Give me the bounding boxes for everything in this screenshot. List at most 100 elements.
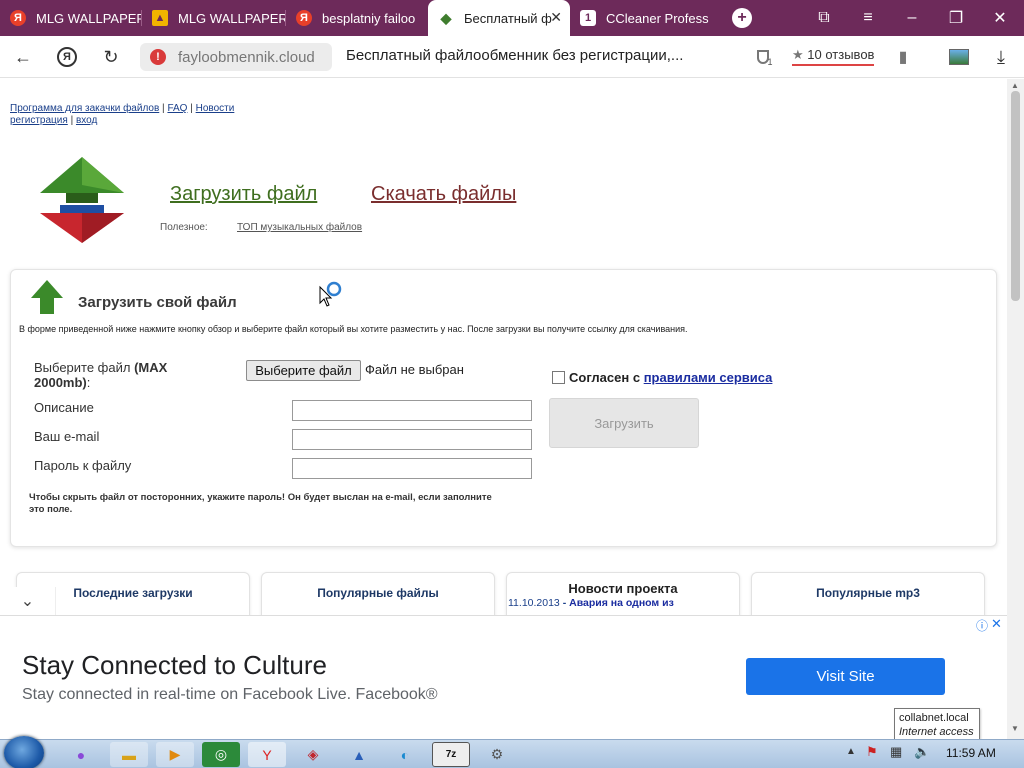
scroll-up-icon[interactable]: ▲ — [1011, 81, 1019, 90]
yandex-home-icon[interactable]: Я — [52, 42, 82, 72]
card-title: Популярные файлы — [317, 586, 439, 600]
tools-taskbar-icon[interactable]: ⚙ — [478, 742, 516, 767]
blue-drop-taskbar-icon[interactable]: ▲ — [340, 742, 378, 767]
ad-headline[interactable]: Stay Connected to Culture — [22, 650, 327, 681]
yandex-icon: Я — [10, 10, 26, 26]
tooltip-network-name: collabnet.local — [899, 712, 969, 724]
popular-mp3-card: Популярные mp3 — [751, 572, 985, 615]
tab-ccleaner[interactable]: 1 CCleaner Profess — [570, 0, 720, 36]
7zip-taskbar-icon[interactable]: 7z — [432, 742, 470, 767]
register-link[interactable]: регистрация — [10, 115, 68, 126]
login-link[interactable]: вход — [76, 115, 97, 126]
description-input[interactable] — [292, 400, 532, 421]
program-download-link[interactable]: Программа для закачки файлов — [10, 103, 159, 114]
popular-files-card: Популярные файлы — [261, 572, 495, 615]
scrollbar-thumb[interactable] — [1011, 91, 1020, 301]
mouse-cursor-busy-icon — [319, 281, 342, 307]
network-tooltip: collabnet.local Internet access — [894, 708, 980, 740]
tray-network-icon[interactable]: ▦ — [890, 744, 902, 760]
agree-checkbox[interactable] — [552, 371, 565, 384]
page-title[interactable]: Бесплатный файлообменник без регистрации… — [346, 47, 683, 64]
email-label: Ваш e-mail — [34, 429, 100, 444]
download-files-link[interactable]: Скачать файлы — [371, 183, 516, 206]
reload-icon[interactable]: ↻ — [96, 42, 126, 72]
max-size-value: 2000mb) — [34, 375, 87, 390]
yandex-browser-taskbar-icon[interactable]: Y — [248, 742, 286, 767]
menu-icon[interactable]: ≡ — [848, 0, 888, 36]
upload-file-link[interactable]: Загрузить файл — [170, 183, 317, 206]
service-rules-link[interactable]: правилами сервиса — [644, 370, 773, 385]
purple-app-icon[interactable]: ● — [62, 742, 100, 767]
yandex-icon: Я — [296, 10, 312, 26]
top-music-link[interactable]: ТОП музыкальных файлов — [237, 222, 362, 233]
start-button-icon[interactable] — [4, 736, 44, 768]
url-field[interactable]: ! fayloobmennik.cloud — [140, 43, 332, 71]
faq-link[interactable]: FAQ — [167, 103, 187, 114]
tab-title: MLG WALLPAPER — [36, 10, 142, 26]
scroll-down-icon[interactable]: ▼ — [1011, 724, 1019, 733]
back-arrow-icon[interactable]: ← — [8, 42, 38, 72]
visit-site-button[interactable]: Visit Site — [746, 658, 945, 695]
collapse-ad-chevron-icon[interactable]: ⌄ — [0, 587, 56, 615]
upload-instructions: В форме приведенной ниже нажмите кнопку … — [19, 324, 688, 334]
description-label: Описание — [34, 400, 94, 415]
protect-badge-icon[interactable]: 1 — [750, 42, 780, 72]
choose-file-button[interactable]: Выберите файл — [246, 360, 361, 381]
tab-mlg-wallpaper-2[interactable]: ▲ MLG WALLPAPER — [142, 0, 286, 36]
news-dash: - — [562, 597, 567, 609]
number-one-icon: 1 — [580, 10, 596, 26]
tab-title: Бесплатный ф — [464, 10, 552, 26]
choose-file-label: Выберите файл (MAX 2000mb): — [34, 360, 194, 390]
tray-up-arrow-icon[interactable]: ▲ — [846, 746, 856, 757]
new-tab-plus-icon[interactable]: + — [722, 0, 762, 36]
restore-icon[interactable]: ❐ — [936, 0, 976, 36]
extension-icon[interactable] — [944, 42, 974, 72]
reviews-link[interactable]: ★ 10 отзывов — [792, 47, 875, 66]
news-link[interactable]: Новости — [196, 103, 235, 114]
top-navigation: Программа для закачки файлов | FAQ | Нов… — [10, 103, 234, 127]
tab-active-fayloobmennik[interactable]: ◆ Бесплатный ф ✕ — [428, 0, 570, 36]
tray-flag-icon[interactable]: ⚑ — [866, 744, 878, 760]
password-label: Пароль к файлу — [34, 458, 132, 473]
choose-file-text: Выберите файл — [34, 360, 131, 375]
site-logo[interactable] — [36, 155, 128, 247]
tray-volume-icon[interactable]: 🔈 — [914, 744, 930, 760]
ccleaner-taskbar-icon[interactable]: ◎ — [202, 742, 240, 767]
upload-form-panel: Загрузить свой файл В форме приведенной … — [10, 269, 997, 547]
agree-text: Согласен с — [569, 370, 641, 385]
close-tab-icon[interactable]: ✕ — [550, 9, 562, 26]
reviews-label: 10 отзывов — [807, 47, 875, 62]
edge-taskbar-icon[interactable]: ◐ — [386, 742, 424, 767]
tab-besplatniy[interactable]: Я besplatniy failoo — [286, 0, 428, 36]
label-colon: : — [86, 375, 91, 390]
ad-subline: Stay connected in real-time on Facebook … — [22, 686, 438, 703]
email-input[interactable] — [292, 429, 532, 450]
tab-title: CCleaner Profess — [606, 10, 709, 26]
bookmarks-panel-icon[interactable]: ⧉ — [804, 0, 844, 36]
file-explorer-icon[interactable]: ▬ — [110, 742, 148, 767]
news-entry[interactable]: 11.10.2013 - Авария на одном из — [507, 597, 739, 609]
page-scrollbar[interactable]: ▲ ▼ — [1007, 79, 1024, 739]
url-domain: fayloobmennik.cloud — [178, 48, 315, 66]
antivirus-taskbar-icon[interactable]: ◈ — [294, 742, 332, 767]
security-warning-icon[interactable]: ! — [150, 49, 166, 65]
password-input[interactable] — [292, 458, 532, 479]
news-snippet: Авария на одном из — [569, 597, 674, 609]
minimize-icon[interactable]: – — [892, 0, 932, 36]
windows-taskbar: ● ▬ ▶ ◎ Y ◈ ▲ ◐ 7z ⚙ ▲ ⚑ ▦ 🔈 11:59 AM — [0, 736, 1024, 768]
no-file-chosen-text: Файл не выбран — [365, 362, 464, 377]
close-window-icon[interactable]: ✕ — [980, 0, 1020, 36]
tab-mlg-wallpaper-1[interactable]: Я MLG WALLPAPER — [0, 0, 142, 36]
site-logo-icon: ◆ — [440, 9, 452, 26]
media-player-icon[interactable]: ▶ — [156, 742, 194, 767]
nav-separator: | — [70, 115, 74, 126]
tab-title: besplatniy failoo — [322, 10, 416, 26]
download-icon[interactable]: ⤓ — [986, 42, 1016, 72]
ad-close-icon[interactable]: ✕ — [991, 616, 1002, 632]
clock[interactable]: 11:59 AM — [946, 746, 996, 760]
tab-title: MLG WALLPAPER — [178, 10, 286, 26]
upload-button[interactable]: Загрузить — [549, 398, 699, 448]
ad-info-icon[interactable]: ⓘ — [976, 617, 988, 634]
card-title: Новости проекта — [568, 581, 678, 596]
bookmark-icon[interactable]: ▮ — [888, 42, 918, 72]
